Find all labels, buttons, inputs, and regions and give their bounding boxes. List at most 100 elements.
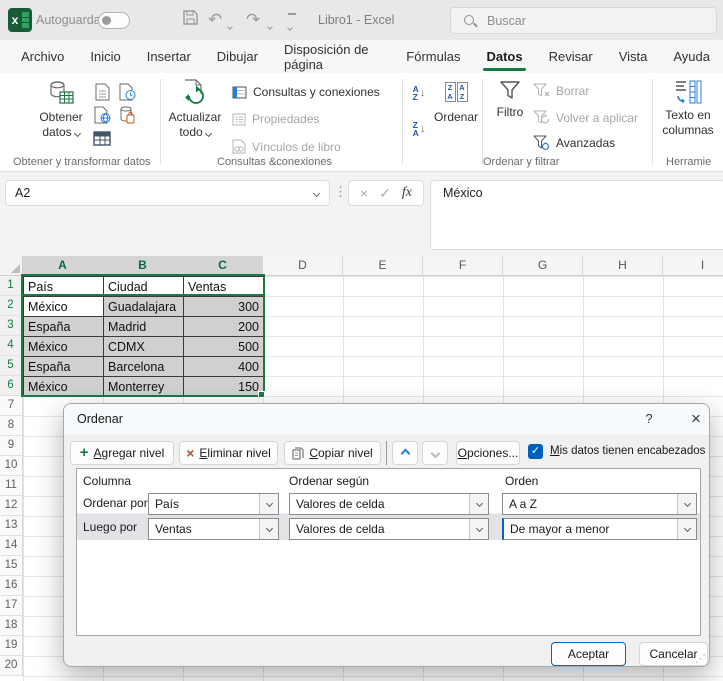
tab-datos[interactable]: Datos (473, 40, 535, 73)
cell-C3[interactable]: 200 (183, 316, 264, 337)
row-header-17[interactable]: 17 (0, 596, 23, 616)
cell-A6[interactable]: México (23, 376, 104, 397)
column-header-F[interactable]: F (423, 256, 503, 276)
insert-function-icon[interactable]: fx (402, 185, 412, 201)
cell-A1[interactable]: País (23, 276, 104, 297)
cell-B1[interactable]: Ciudad (103, 276, 184, 297)
dialog-help-button[interactable]: ? (640, 411, 658, 429)
row-header-10[interactable]: 10 (0, 456, 23, 476)
column-header-E[interactable]: E (343, 256, 423, 276)
row-header-8[interactable]: 8 (0, 416, 23, 436)
cell-A2[interactable]: México (23, 296, 104, 317)
save-icon[interactable] (182, 9, 199, 26)
cell-C2[interactable]: 300 (183, 296, 264, 317)
undo-icon[interactable]: ↶ (208, 9, 222, 31)
redo-icon[interactable]: ↷ (246, 9, 260, 31)
cell-B6[interactable]: Monterrey (103, 376, 184, 397)
dialog-close-button[interactable]: × (684, 408, 708, 430)
cancel-entry-icon[interactable]: × (360, 185, 368, 201)
row-header-14[interactable]: 14 (0, 536, 23, 556)
resize-grip-icon[interactable]: ⋰ (695, 652, 706, 665)
queries-connections-button[interactable]: Consultas y conexiones (232, 85, 380, 99)
tab-disposición-de-página[interactable]: Disposición de página (271, 40, 393, 73)
tab-vista[interactable]: Vista (606, 40, 661, 73)
row-header-5[interactable]: 5 (0, 356, 23, 376)
cell-C5[interactable]: 400 (183, 356, 264, 377)
row-header-16[interactable]: 16 (0, 576, 23, 596)
accept-button[interactable]: Aceptar (551, 642, 626, 666)
add-level-button[interactable]: + Agregar nivel (70, 441, 174, 465)
undo-dropdown-icon[interactable] (227, 16, 233, 38)
tab-dibujar[interactable]: Dibujar (204, 40, 271, 73)
row-header-2[interactable]: 2 (0, 296, 23, 316)
level1-column-select[interactable]: País (148, 493, 279, 515)
cell-C4[interactable]: 500 (183, 336, 264, 357)
dialog-title-bar[interactable]: Ordenar (64, 404, 709, 435)
from-table-range-icon[interactable] (92, 129, 112, 149)
cell-B5[interactable]: Barcelona (103, 356, 184, 377)
tab-archivo[interactable]: Archivo (8, 40, 77, 73)
recent-sources-icon[interactable] (117, 82, 137, 102)
cell-C6[interactable]: 150 (183, 376, 264, 397)
cell-B3[interactable]: Madrid (103, 316, 184, 337)
cell-A4[interactable]: México (23, 336, 104, 357)
tab-fórmulas[interactable]: Fórmulas (393, 40, 473, 73)
cell-B4[interactable]: CDMX (103, 336, 184, 357)
from-text-icon[interactable] (92, 82, 112, 102)
tab-insertar[interactable]: Insertar (134, 40, 204, 73)
column-header-I[interactable]: I (663, 256, 723, 276)
column-header-A[interactable]: A (23, 256, 103, 276)
row-header-9[interactable]: 9 (0, 436, 23, 456)
sort-descending-button[interactable]: ZA ↓ (406, 118, 432, 140)
formula-input[interactable]: México (430, 180, 723, 250)
filter-button[interactable]: Filtro (489, 79, 531, 120)
row-header-3[interactable]: 3 (0, 316, 23, 336)
level2-order-select[interactable]: De mayor a menor (502, 518, 697, 540)
row-header-20[interactable]: 20 (0, 656, 23, 676)
column-header-G[interactable]: G (503, 256, 583, 276)
row-header-4[interactable]: 4 (0, 336, 23, 356)
row-header-12[interactable]: 12 (0, 496, 23, 516)
sort-ascending-button[interactable]: AZ ↓ (406, 82, 432, 104)
refresh-all-button[interactable]: Actualizar todo (164, 79, 226, 140)
row-header-6[interactable]: 6 (0, 376, 23, 396)
select-all-corner[interactable] (0, 256, 23, 276)
row-header-15[interactable]: 15 (0, 556, 23, 576)
fill-handle[interactable] (258, 391, 265, 398)
level2-sorton-select[interactable]: Valores de celda (289, 518, 489, 540)
level1-sorton-select[interactable]: Valores de celda (289, 493, 489, 515)
column-header-D[interactable]: D (263, 256, 343, 276)
headers-checkbox[interactable]: ✓ (528, 444, 543, 459)
level2-column-select[interactable]: Ventas (148, 518, 279, 540)
cell-B2[interactable]: Guadalajara (103, 296, 184, 317)
row-header-13[interactable]: 13 (0, 516, 23, 536)
row-header-1[interactable]: 1 (0, 276, 23, 296)
tab-ayuda[interactable]: Ayuda (660, 40, 723, 73)
from-database-icon[interactable] (117, 105, 137, 125)
advanced-filter-button[interactable]: Avanzadas (533, 135, 615, 151)
tab-inicio[interactable]: Inicio (77, 40, 133, 73)
sort-button[interactable]: ZAAZ Ordenar (430, 79, 482, 125)
autosave-toggle[interactable] (98, 12, 130, 29)
redo-dropdown-icon[interactable] (267, 16, 273, 38)
search-box[interactable]: Buscar (450, 7, 717, 34)
row-header-18[interactable]: 18 (0, 616, 23, 636)
cell-A3[interactable]: España (23, 316, 104, 337)
column-header-H[interactable]: H (583, 256, 663, 276)
confirm-entry-icon[interactable]: ✓ (379, 185, 391, 202)
move-level-up-button[interactable] (392, 441, 418, 465)
customize-qat-icon[interactable] (287, 13, 296, 39)
copy-level-button[interactable]: Copiar nivel (284, 441, 381, 465)
options-button[interactable]: Opciones... (456, 441, 520, 465)
cell-C1[interactable]: Ventas (183, 276, 264, 297)
column-header-C[interactable]: C (183, 256, 263, 276)
from-web-icon[interactable] (92, 105, 112, 125)
row-header-19[interactable]: 19 (0, 636, 23, 656)
get-data-button[interactable]: Obtener datos (28, 79, 94, 140)
text-to-columns-button[interactable]: Texto en columnas (658, 79, 718, 138)
delete-level-button[interactable]: × Eliminar nivel (179, 441, 278, 465)
name-box[interactable]: A2 (5, 180, 330, 206)
headers-checkbox-label[interactable]: Mis datos tienen encabezados (550, 445, 705, 457)
row-header-11[interactable]: 11 (0, 476, 23, 496)
cell-A5[interactable]: España (23, 356, 104, 377)
